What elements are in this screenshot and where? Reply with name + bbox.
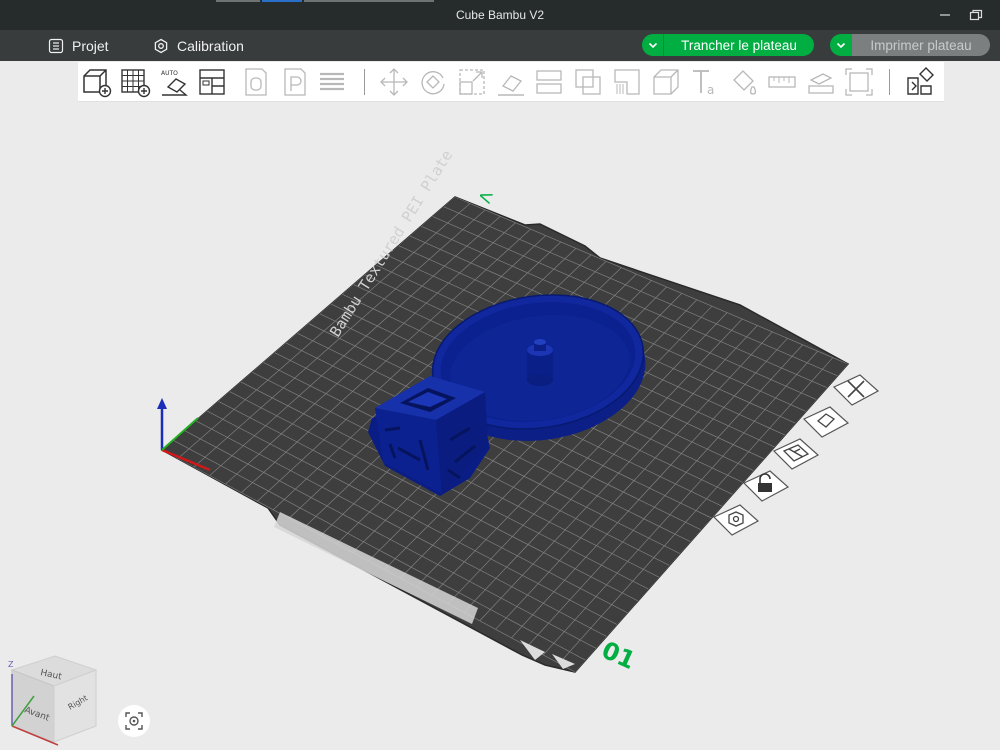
measure-button[interactable] bbox=[766, 66, 798, 98]
tab-indicator bbox=[304, 0, 434, 2]
support-paint-button[interactable] bbox=[611, 66, 643, 98]
boolean-button[interactable] bbox=[572, 66, 604, 98]
plate-settings-button[interactable] bbox=[710, 503, 762, 537]
add-object-icon bbox=[83, 69, 112, 98]
empty-plate-icon bbox=[245, 68, 267, 96]
focus-icon bbox=[125, 712, 143, 730]
svg-text:AUTO: AUTO bbox=[161, 70, 178, 77]
lock-icon bbox=[742, 470, 790, 502]
minimize-button[interactable] bbox=[936, 6, 954, 24]
arrange-button[interactable] bbox=[196, 66, 228, 98]
z-axis-arrow bbox=[157, 398, 167, 409]
support-paint-icon bbox=[614, 69, 640, 95]
settings-icon bbox=[712, 504, 760, 536]
minimize-icon bbox=[940, 14, 950, 16]
menu-bar: Projet Calibration Trancher le plateau I… bbox=[0, 30, 1000, 61]
boolean-icon bbox=[575, 69, 601, 95]
cut-icon bbox=[536, 70, 562, 94]
toolbar: AUTO a bbox=[78, 62, 944, 102]
color-paint-button[interactable] bbox=[728, 66, 760, 98]
delete-plate-button[interactable] bbox=[830, 373, 882, 407]
close-icon bbox=[832, 374, 880, 406]
calibration-label: Calibration bbox=[177, 38, 244, 54]
empty-plate-button[interactable] bbox=[240, 66, 272, 98]
print-button-group: Imprimer plateau bbox=[830, 34, 990, 56]
title-bar: Cube Bambu V2 bbox=[0, 0, 1000, 30]
cut-button[interactable] bbox=[533, 66, 565, 98]
layers-button[interactable] bbox=[316, 66, 348, 98]
view-cube[interactable]: Haut Avant Right Z bbox=[0, 630, 110, 750]
restore-icon bbox=[969, 9, 983, 21]
arrange-icon bbox=[772, 438, 820, 470]
plate-settings-icon bbox=[284, 68, 306, 96]
seam-paint-button[interactable] bbox=[650, 66, 682, 98]
plate-top-mark: V bbox=[474, 189, 496, 206]
arrange-plate-button[interactable] bbox=[770, 437, 822, 471]
toolbar-separator bbox=[364, 69, 365, 95]
slice-plate-button[interactable]: Trancher le plateau bbox=[664, 34, 814, 56]
add-plate-icon bbox=[121, 69, 151, 98]
chevron-down-icon bbox=[648, 42, 657, 49]
window-title: Cube Bambu V2 bbox=[455, 8, 545, 22]
color-paint-icon bbox=[733, 70, 757, 95]
auto-orient-button[interactable]: AUTO bbox=[158, 66, 190, 98]
measure-icon bbox=[768, 76, 796, 88]
fit-view-button[interactable] bbox=[843, 66, 875, 98]
fit-view-icon bbox=[845, 68, 873, 96]
zoom-to-fit-button[interactable] bbox=[118, 705, 150, 737]
lock-plate-button[interactable] bbox=[740, 469, 792, 503]
add-plate-button[interactable] bbox=[119, 66, 151, 98]
lay-on-face-button[interactable] bbox=[495, 66, 527, 98]
add-object-button[interactable] bbox=[80, 66, 112, 98]
text-icon: a bbox=[693, 70, 714, 97]
assembly-button[interactable] bbox=[805, 66, 837, 98]
tab-indicator bbox=[216, 0, 260, 2]
rotate-button[interactable] bbox=[417, 66, 449, 98]
print-plate-button[interactable]: Imprimer plateau bbox=[852, 34, 990, 56]
move-icon bbox=[380, 68, 408, 96]
assembly-icon bbox=[808, 73, 834, 94]
seam-paint-icon bbox=[653, 69, 679, 95]
calibration-icon bbox=[154, 38, 168, 54]
scale-icon bbox=[459, 69, 485, 95]
auto-orient-icon: AUTO bbox=[161, 70, 188, 96]
split-button[interactable] bbox=[904, 66, 936, 98]
chevron-down-icon bbox=[836, 42, 846, 49]
3d-viewport[interactable]: Bambu Textured PEI Plate 01 V bbox=[0, 103, 1000, 750]
calibration-menu[interactable]: Calibration bbox=[153, 36, 244, 56]
plate-number: 01 bbox=[598, 636, 640, 675]
tab-indicator-active bbox=[262, 0, 302, 2]
arrange-icon bbox=[199, 69, 225, 95]
project-icon bbox=[48, 38, 64, 54]
move-button[interactable] bbox=[378, 66, 410, 98]
restore-button[interactable] bbox=[967, 6, 985, 24]
slice-options-button[interactable] bbox=[642, 34, 664, 56]
toolbar-separator bbox=[889, 69, 890, 95]
auto-orient-icon bbox=[802, 406, 850, 438]
layers-icon bbox=[320, 72, 344, 91]
rotate-icon bbox=[421, 71, 445, 95]
slice-button-group: Trancher le plateau bbox=[642, 34, 814, 56]
svg-text:a: a bbox=[707, 83, 714, 97]
project-label: Projet bbox=[72, 38, 109, 54]
project-menu[interactable]: Projet bbox=[48, 36, 109, 56]
plate-settings-button[interactable] bbox=[279, 66, 311, 98]
lay-on-face-icon bbox=[498, 75, 524, 96]
view-cube-graphic: Haut Avant Right Z bbox=[8, 655, 98, 746]
print-options-button[interactable] bbox=[830, 34, 852, 56]
auto-orient-plate-button[interactable] bbox=[800, 405, 852, 439]
text-button[interactable]: a bbox=[689, 66, 721, 98]
view-cube-z-label: Z bbox=[8, 660, 14, 669]
scale-button[interactable] bbox=[456, 66, 488, 98]
split-icon bbox=[907, 67, 934, 95]
